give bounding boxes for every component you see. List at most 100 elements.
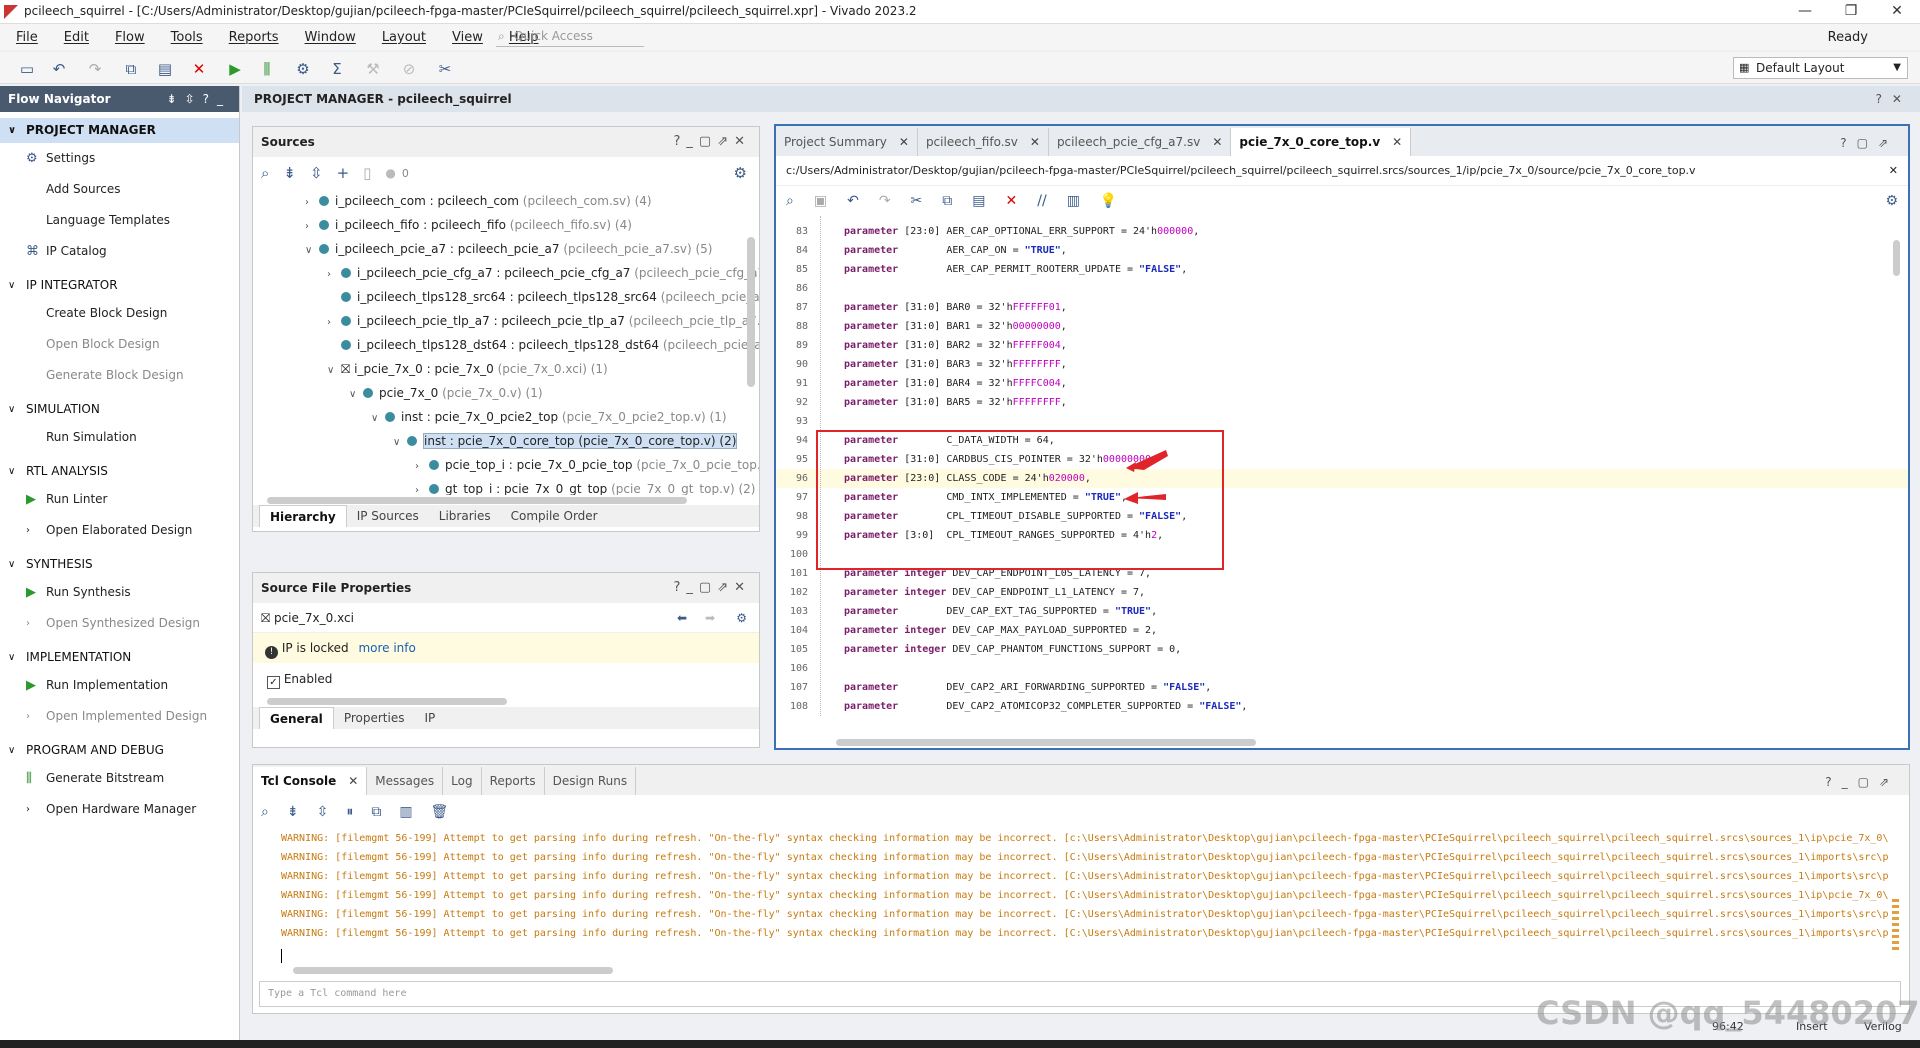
tree-node[interactable]: ∨ inst : pcie_7x_0_pcie2_top (pcie_7x_0_p… [253, 405, 759, 429]
horizontal-scrollbar[interactable] [253, 495, 759, 505]
nav-open-hardware-manager[interactable]: › Open Hardware Manager [0, 794, 239, 825]
horizontal-scrollbar[interactable] [836, 739, 1256, 746]
tab-pcie-core-top[interactable]: pcie_7x_0_core_top.v ✕ [1231, 128, 1412, 156]
nav-open-block-design[interactable]: Open Block Design [0, 329, 239, 360]
tree-node[interactable]: ∨ ⛝ i_pcie_7x_0 : pcie_7x_0 (pcie_7x_0.xci… [253, 357, 759, 381]
close-window-button[interactable]: ✕ [1874, 0, 1920, 24]
panel-controls-icon[interactable]: ⇟⇳?_ [167, 86, 231, 112]
copy-icon[interactable]: ⧉ [122, 60, 140, 78]
tree-node[interactable]: ∨ pcie_7x_0 (pcie_7x_0.v) (1) [253, 381, 759, 405]
tab-properties[interactable]: Properties [334, 707, 415, 729]
horizontal-scrollbar[interactable] [253, 965, 1909, 975]
horizontal-scrollbar[interactable] [253, 695, 759, 707]
section-simulation[interactable]: ∨ SIMULATION [0, 397, 239, 422]
nav-language-templates[interactable]: Language Templates [0, 205, 239, 236]
gear-icon[interactable]: ⚙ [734, 164, 747, 182]
gear-icon[interactable]: ⚙ [736, 603, 747, 633]
back-arrow-icon[interactable]: ⬅ [677, 603, 687, 633]
tree-node[interactable]: › pcie_top_i : pcie_7x_0_pcie_top (pcie_7… [253, 453, 759, 477]
menu-flow[interactable]: Flow [115, 30, 145, 45]
tab-tcl-console[interactable]: Tcl Console ✕ [253, 767, 368, 795]
menu-layout[interactable]: Layout [382, 30, 426, 45]
tab-hierarchy[interactable]: Hierarchy [259, 505, 347, 527]
expand-all-icon[interactable]: ⇳ [317, 804, 329, 820]
panel-window-controls-icon[interactable]: ?_▢⇗✕ [674, 127, 751, 157]
open-project-icon[interactable]: ▭ [18, 60, 36, 78]
panel-window-controls-icon[interactable]: ?▢⇗ [1840, 136, 1898, 150]
section-project-manager[interactable]: ∨ PROJECT MANAGER [0, 118, 239, 143]
nav-run-simulation[interactable]: Run Simulation [0, 422, 239, 453]
vertical-scrollbar[interactable] [1892, 899, 1899, 951]
tab-project-summary[interactable]: Project Summary ✕ [776, 128, 918, 156]
comment-icon[interactable]: // [1037, 193, 1046, 209]
sigma-icon[interactable]: Σ [328, 60, 346, 78]
more-info-link[interactable]: more info [358, 641, 415, 655]
menu-edit[interactable]: Edit [64, 30, 89, 45]
tree-node[interactable]: › i_pcileech_pcie_cfg_a7 : pcileech_pcie_… [253, 261, 759, 285]
menu-file[interactable]: File [16, 30, 38, 45]
vertical-scrollbar[interactable] [1893, 240, 1900, 276]
bitstream-icon[interactable]: ⫼ [258, 60, 276, 78]
help-close-icon[interactable]: ?✕ [1876, 86, 1912, 112]
section-synthesis[interactable]: ∨ SYNTHESIS [0, 552, 239, 577]
minimize-button[interactable]: — [1782, 0, 1828, 24]
panel-window-controls-icon[interactable]: ?_▢⇗✕ [674, 573, 751, 603]
close-icon[interactable]: ✕ [1889, 156, 1898, 186]
section-ip-integrator[interactable]: ∨ IP INTEGRATOR [0, 273, 239, 298]
search-icon[interactable]: ⌕ [786, 193, 794, 209]
forward-arrow-icon[interactable]: ➡ [705, 603, 715, 633]
quick-access-input[interactable]: ⌕ Quick Access [496, 27, 644, 47]
tree-node[interactable]: › i_pcileech_pcie_tlp_a7 : pcileech_pcie_… [253, 309, 759, 333]
tree-node[interactable]: › gt_top_i : pcie_7x_0_gt_top (pcie_7x_0_… [253, 477, 759, 495]
nav-generate-bitstream[interactable]: ⫼ Generate Bitstream [0, 763, 239, 794]
layout-select[interactable]: ▦ Default Layout ▼ [1733, 57, 1908, 79]
paste-icon[interactable]: ▤ [156, 60, 174, 78]
tab-pcileech-pcie-cfg[interactable]: pcileech_pcie_cfg_a7.sv ✕ [1049, 128, 1232, 156]
restore-button[interactable]: ❐ [1828, 0, 1874, 24]
close-icon[interactable]: ✕ [1030, 135, 1040, 149]
tab-pcileech-fifo[interactable]: pcileech_fifo.sv ✕ [918, 128, 1049, 156]
section-implementation[interactable]: ∨ IMPLEMENTATION [0, 645, 239, 670]
copy-icon[interactable]: ⧉ [371, 804, 381, 820]
tree-node[interactable]: ∨ i_pcileech_pcie_a7 : pcileech_pcie_a7 (… [253, 237, 759, 261]
lightbulb-icon[interactable]: 💡 [1100, 193, 1117, 209]
tab-log[interactable]: Log [443, 767, 482, 795]
undo-icon[interactable]: ↶ [847, 193, 859, 209]
tab-libraries[interactable]: Libraries [429, 505, 501, 527]
table-icon[interactable]: ▥ [399, 804, 412, 820]
add-icon[interactable]: + [337, 164, 350, 182]
tab-compile-order[interactable]: Compile Order [501, 505, 608, 527]
panel-window-controls-icon[interactable]: ?_▢⇗ [1825, 775, 1899, 789]
collapse-all-icon[interactable]: ⇟ [283, 164, 296, 182]
tab-general[interactable]: General [259, 707, 334, 729]
menu-window[interactable]: Window [305, 30, 356, 45]
tab-ip-sources[interactable]: IP Sources [347, 505, 429, 527]
vertical-scrollbar[interactable] [747, 237, 755, 387]
tree-node[interactable]: i_pcileech_tlps128_src64 : pcileech_tlps… [253, 285, 759, 309]
probe-icon[interactable]: ⊘ [400, 60, 418, 78]
tab-design-runs[interactable]: Design Runs [545, 767, 637, 795]
close-icon[interactable]: ✕ [1392, 135, 1402, 149]
tree-node[interactable]: i_pcileech_tlps128_dst64 : pcileech_tlps… [253, 333, 759, 357]
pause-icon[interactable]: ⏸ [346, 804, 353, 820]
tab-reports[interactable]: Reports [482, 767, 545, 795]
section-program-debug[interactable]: ∨ PROGRAM AND DEBUG [0, 738, 239, 763]
expand-all-icon[interactable]: ⇳ [310, 164, 323, 182]
enabled-checkbox[interactable]: ✓ [267, 676, 280, 689]
nav-open-elaborated-design[interactable]: › Open Elaborated Design [0, 515, 239, 546]
debug-icon[interactable]: ⚒ [364, 60, 382, 78]
nav-open-synthesized-design[interactable]: › Open Synthesized Design [0, 608, 239, 639]
nav-run-linter[interactable]: ▶ Run Linter [0, 484, 239, 515]
nav-generate-block-design[interactable]: Generate Block Design [0, 360, 239, 391]
nav-run-synthesis[interactable]: ▶ Run Synthesis [0, 577, 239, 608]
document-icon[interactable]: ▯ [363, 164, 371, 182]
copy-icon[interactable]: ⧉ [942, 193, 952, 209]
gear-icon[interactable]: ⚙ [1885, 193, 1898, 209]
close-icon[interactable]: ✕ [348, 774, 358, 788]
nav-create-block-design[interactable]: Create Block Design [0, 298, 239, 329]
search-icon[interactable]: ⌕ [261, 164, 269, 182]
tab-ip[interactable]: IP [414, 707, 445, 729]
tools-icon[interactable]: ✂ [436, 60, 454, 78]
tree-node[interactable]: › i_pcileech_fifo : pcileech_fifo (pcilee… [253, 213, 759, 237]
tree-node[interactable]: › i_pcileech_com : pcileech_com (pcileech… [253, 189, 759, 213]
